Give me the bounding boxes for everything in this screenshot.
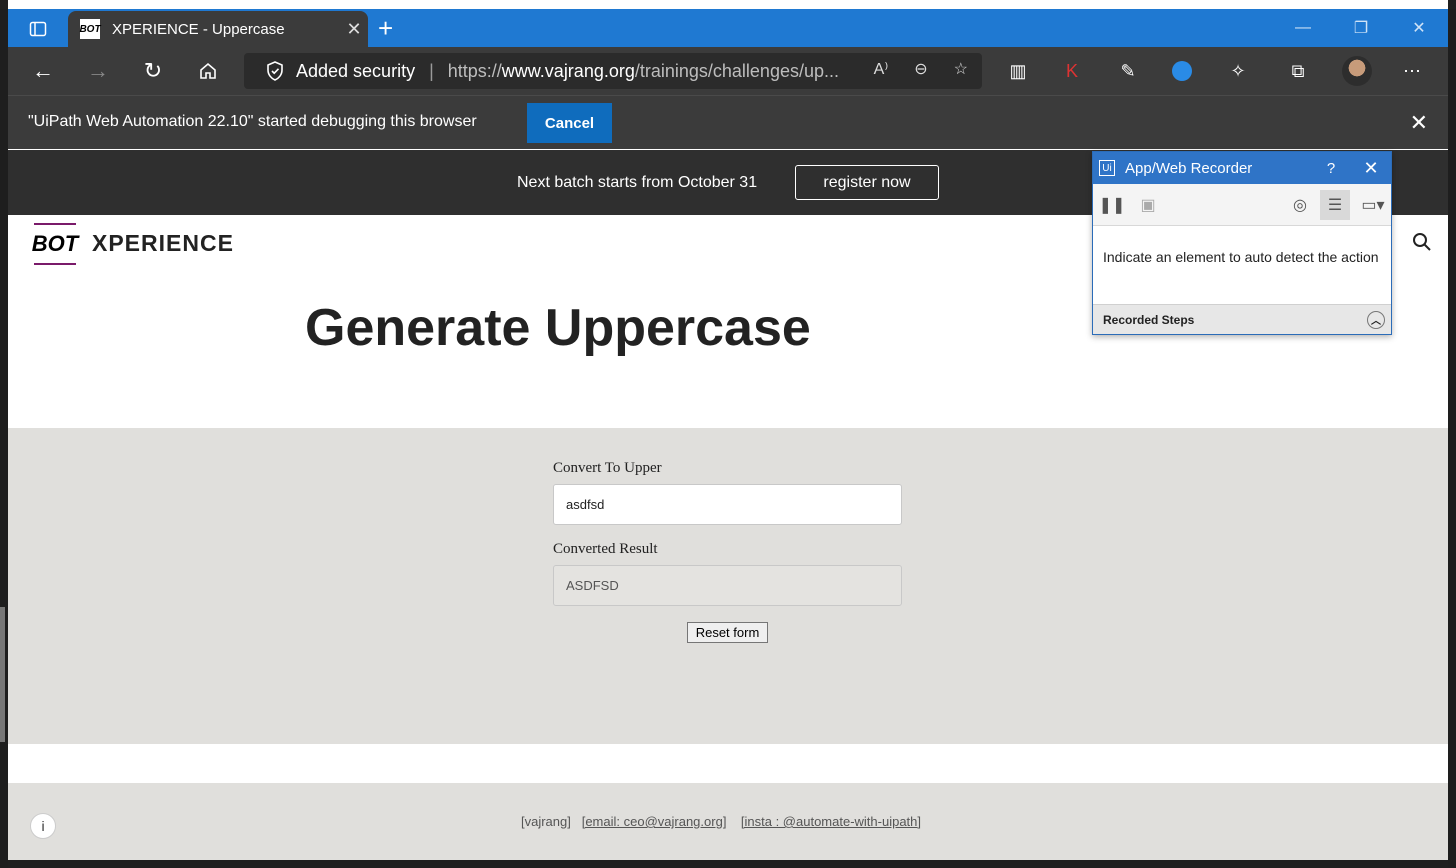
restore-icon[interactable]: ❐: [1332, 9, 1390, 47]
result-field: ASDFSD: [553, 565, 902, 606]
extensions-icon[interactable]: ✧: [1224, 57, 1252, 85]
minimize-icon[interactable]: —: [1274, 9, 1332, 47]
save-icon[interactable]: ▣: [1133, 190, 1163, 220]
address-bar-icons: A⁾ ⊖ ☆: [874, 59, 968, 79]
brand-name[interactable]: XPERIENCE: [92, 230, 234, 257]
address-bar[interactable]: Added security | https://www.vajrang.org…: [244, 53, 982, 89]
more-icon[interactable]: ⋯: [1398, 57, 1426, 85]
shield-icon[interactable]: [264, 60, 286, 82]
footer-link-vajrang[interactable]: [vajrang]: [521, 814, 571, 829]
security-label: Added security: [296, 60, 416, 81]
screen-icon[interactable]: ▭▾: [1355, 190, 1391, 220]
footer-links: [vajrang] [email: ceo@vajrang.org] [inst…: [521, 814, 921, 829]
refresh-icon[interactable]: ↻: [138, 56, 168, 86]
search-icon[interactable]: [1412, 232, 1432, 258]
tab-favicon: BOT: [79, 19, 101, 39]
reset-form-button[interactable]: Reset form: [687, 622, 768, 643]
window-close-icon[interactable]: ✕: [1390, 9, 1448, 47]
infobar-message: "UiPath Web Automation 22.10" started de…: [28, 113, 477, 130]
footer-link-email[interactable]: [email: ceo@vajrang.org]: [582, 814, 727, 829]
collections-icon[interactable]: ⧉: [1284, 57, 1312, 85]
read-aloud-icon[interactable]: A⁾: [874, 59, 889, 79]
extension-k-icon[interactable]: K: [1058, 57, 1086, 85]
recorder-close-button[interactable]: ✕: [1351, 158, 1391, 179]
help-button[interactable]: ?: [1311, 160, 1351, 177]
recorded-steps-label: Recorded Steps: [1103, 312, 1195, 327]
info-icon[interactable]: i: [30, 813, 56, 839]
debugging-infobar: "UiPath Web Automation 22.10" started de…: [8, 95, 1448, 149]
address-separator: |: [429, 60, 434, 81]
browser-window: BOT XPERIENCE - Uppercase ✕ + — ❐ ✕ ← → …: [8, 0, 1448, 868]
cancel-button[interactable]: Cancel: [527, 103, 612, 143]
chevron-up-icon[interactable]: ︿: [1367, 310, 1385, 329]
recorder-toolbar: ❚❚ ▣ ◎ ☰ ▭▾: [1093, 184, 1391, 226]
uipath-extension-icon[interactable]: [1168, 57, 1196, 85]
favorites-icon[interactable]: ☆: [954, 59, 968, 79]
avatar[interactable]: [1342, 56, 1372, 86]
tab-actions-icon[interactable]: [20, 16, 56, 42]
reading-view-icon[interactable]: ▥: [1004, 57, 1032, 85]
recorder-message: Indicate an element to auto detect the a…: [1093, 226, 1391, 304]
new-tab-button[interactable]: +: [378, 15, 393, 41]
convert-input[interactable]: asdfsd: [553, 484, 902, 525]
pen-extension-icon[interactable]: ✎: [1114, 57, 1142, 85]
zoom-icon[interactable]: ⊖: [914, 59, 927, 79]
banner-text: Next batch starts from October 31: [517, 174, 758, 191]
home-icon[interactable]: [193, 56, 223, 86]
tab-bar: BOT XPERIENCE - Uppercase ✕ + — ❐ ✕: [8, 9, 1448, 47]
form-section: Convert To Upper asdfsd Converted Result…: [8, 428, 1448, 744]
navigation-bar: ← → ↻ Added security | https://www.vajra…: [8, 47, 1448, 95]
footer-link-insta[interactable]: [insta : @automate-with-uipath]: [741, 814, 921, 829]
uipath-logo: Ui: [1099, 160, 1115, 176]
forward-icon[interactable]: →: [83, 56, 113, 86]
target-icon[interactable]: ◎: [1285, 190, 1315, 220]
steps-icon[interactable]: ☰: [1320, 190, 1350, 220]
taskbar-strip: [8, 860, 1448, 868]
app-web-recorder-window: Ui App/Web Recorder ? ✕ ❚❚ ▣ ◎ ☰ ▭▾ Indi…: [1092, 151, 1392, 335]
tab-title: XPERIENCE - Uppercase: [112, 20, 285, 38]
browser-tab[interactable]: BOT XPERIENCE - Uppercase ✕: [68, 11, 368, 47]
close-icon[interactable]: ✕: [340, 19, 368, 40]
pause-icon[interactable]: ❚❚: [1097, 190, 1127, 220]
recorder-title: App/Web Recorder: [1125, 159, 1253, 177]
page-title: Generate Uppercase: [305, 299, 811, 357]
result-label: Converted Result: [553, 541, 658, 557]
recorder-title-bar[interactable]: Ui App/Web Recorder ? ✕: [1093, 152, 1391, 184]
scrollbar[interactable]: [0, 607, 5, 742]
url-text[interactable]: https://www.vajrang.org/trainings/challe…: [448, 61, 848, 82]
window-controls: — ❐ ✕: [1274, 9, 1448, 47]
register-now-button[interactable]: register now: [795, 165, 939, 200]
recorded-steps-header[interactable]: Recorded Steps ︿: [1093, 304, 1391, 334]
site-footer: i [vajrang] [email: ceo@vajrang.org] [in…: [8, 783, 1448, 868]
back-icon[interactable]: ←: [28, 56, 58, 86]
convert-input-label: Convert To Upper: [553, 460, 662, 476]
close-icon[interactable]: ✕: [1410, 110, 1428, 136]
site-logo[interactable]: BOT: [32, 223, 78, 265]
